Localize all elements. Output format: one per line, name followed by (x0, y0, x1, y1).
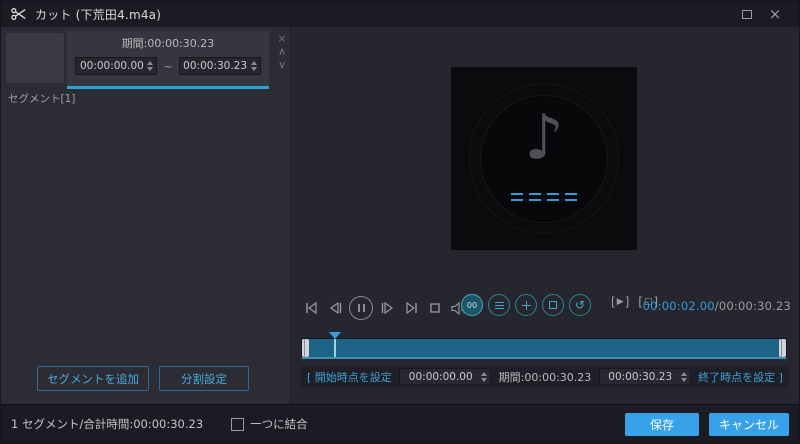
current-time: 00:00:02.00 (643, 299, 715, 313)
equalizer-dash-icon (511, 193, 523, 201)
equalizer-dash-icon (547, 193, 559, 201)
time-display: 00:00:02.00/00:00:30.23 (643, 299, 791, 313)
playhead-marker-icon[interactable] (329, 332, 341, 339)
spinner-up-icon[interactable] (147, 61, 153, 65)
segment-panel: セグメント[1] 期間:00:00:30.23 00:00:00.00 ~ 00… (1, 27, 291, 404)
segment-range-bar (67, 86, 269, 89)
spinner-up-icon[interactable] (681, 372, 687, 376)
segment-thumbnail[interactable] (6, 33, 64, 83)
reset-button[interactable]: ↺ (569, 294, 591, 316)
list-icon (495, 302, 504, 309)
segment-toolbar: 00 ↺ (461, 294, 591, 316)
step-back-button[interactable] (323, 296, 347, 320)
window-title: カット (下荒田4.m4a) (35, 6, 161, 23)
segment-start-input[interactable]: 00:00:00.00 (75, 57, 157, 75)
segment-start-value: 00:00:00.00 (76, 60, 147, 72)
segment-end-spinner[interactable] (251, 61, 260, 71)
segment-label: セグメント[1] (8, 91, 75, 106)
step-forward-button[interactable] (375, 296, 399, 320)
end-time-value: 00:00:30.23 (600, 371, 681, 383)
trim-timeline[interactable] (301, 338, 787, 359)
equalizer-dash-icon (529, 193, 541, 201)
segment-list-button[interactable] (488, 294, 510, 316)
delete-segment-button[interactable]: × (277, 32, 286, 45)
split-settings-button[interactable]: 分割設定 (159, 366, 249, 391)
copy-segment-button[interactable] (542, 294, 564, 316)
equalizer-dashes (511, 193, 577, 201)
segment-card-actions: × ∧ ∨ (273, 32, 291, 71)
music-note-icon: ♪ (524, 100, 564, 173)
transport-controls (299, 293, 471, 323)
spinner-down-icon[interactable] (251, 67, 257, 71)
right-trim-handle[interactable] (779, 339, 786, 357)
end-time-input[interactable]: 00:00:30.23 (599, 368, 691, 385)
move-segment-up-button[interactable]: ∧ (278, 45, 286, 58)
pause-button[interactable] (349, 296, 373, 320)
range-separator: ~ (163, 60, 172, 73)
spinner-down-icon[interactable] (481, 378, 487, 382)
square-icon (549, 301, 557, 309)
cancel-button[interactable]: キャンセル (709, 413, 789, 436)
start-time-spinner[interactable] (481, 372, 490, 382)
bracket-right-icon: ] (625, 295, 630, 309)
play-segment-button[interactable]: [▶] (611, 295, 629, 309)
skip-end-button[interactable] (399, 296, 423, 320)
playhead[interactable] (334, 339, 336, 357)
trim-duration-label: 期間:00:00:30.23 (499, 369, 592, 385)
preview-panel: ♪ (291, 27, 799, 404)
left-trim-handle[interactable] (302, 339, 309, 357)
total-time: 00:00:30.23 (719, 299, 791, 313)
segment-end-input[interactable]: 00:00:30.23 (179, 57, 261, 75)
add-split-button[interactable] (515, 294, 537, 316)
cut-dialog-window: カット (下荒田4.m4a) × セグメント[1] 期間:00:00:30.23… (0, 0, 800, 444)
move-segment-down-button[interactable]: ∨ (278, 58, 286, 71)
spinner-up-icon[interactable] (251, 61, 257, 65)
spinner-down-icon[interactable] (147, 67, 153, 71)
pause-icon (358, 304, 365, 312)
close-button[interactable]: × (761, 4, 789, 24)
spinner-down-icon[interactable] (681, 378, 687, 382)
album-art: ♪ (451, 67, 637, 250)
bracket-left-icon: [ (611, 295, 616, 309)
segment-start-spinner[interactable] (147, 61, 156, 71)
segment-duration-label: 期間:00:00:30.23 (67, 31, 269, 51)
keyframe-icon: 00 (467, 301, 477, 310)
start-time-input[interactable]: 00:00:00.00 (399, 368, 491, 385)
maximize-button[interactable] (733, 4, 761, 24)
stop-button[interactable] (423, 296, 447, 320)
spinner-up-icon[interactable] (481, 372, 487, 376)
merge-checkbox[interactable] (231, 418, 244, 431)
add-segment-button[interactable]: セグメントを追加 (37, 366, 149, 391)
set-start-button[interactable]: [ 開始時点を設定 (307, 369, 392, 385)
title-bar: カット (下荒田4.m4a) × (1, 1, 799, 27)
trim-value-row: [ 開始時点を設定 00:00:00.00 期間:00:00:30.23 00:… (301, 366, 789, 387)
plus-icon (522, 301, 531, 310)
skip-start-button[interactable] (299, 296, 323, 320)
save-button[interactable]: 保存 (625, 413, 699, 436)
set-end-button[interactable]: 終了時点を設定 ] (698, 369, 783, 385)
start-time-value: 00:00:00.00 (400, 371, 481, 383)
segment-summary: 1 セグメント/合計時間:00:00:30.23 (11, 416, 203, 432)
segment-range-inputs: 00:00:00.00 ~ 00:00:30.23 (67, 57, 269, 75)
footer-bar: 1 セグメント/合計時間:00:00:30.23 一つに結合 保存 キャンセル (1, 404, 799, 443)
segment-end-value: 00:00:30.23 (180, 60, 251, 72)
reset-icon: ↺ (575, 299, 585, 311)
end-time-spinner[interactable] (681, 372, 690, 382)
scissors-icon (11, 7, 27, 21)
equalizer-dash-icon (565, 193, 577, 201)
play-small-icon: ▶ (617, 297, 624, 307)
merge-checkbox-label: 一つに結合 (250, 416, 308, 432)
keyframe-button[interactable]: 00 (461, 294, 483, 316)
maximize-icon (742, 10, 752, 19)
segment-card[interactable]: 期間:00:00:30.23 00:00:00.00 ~ 00:00:30.23 (67, 31, 269, 89)
